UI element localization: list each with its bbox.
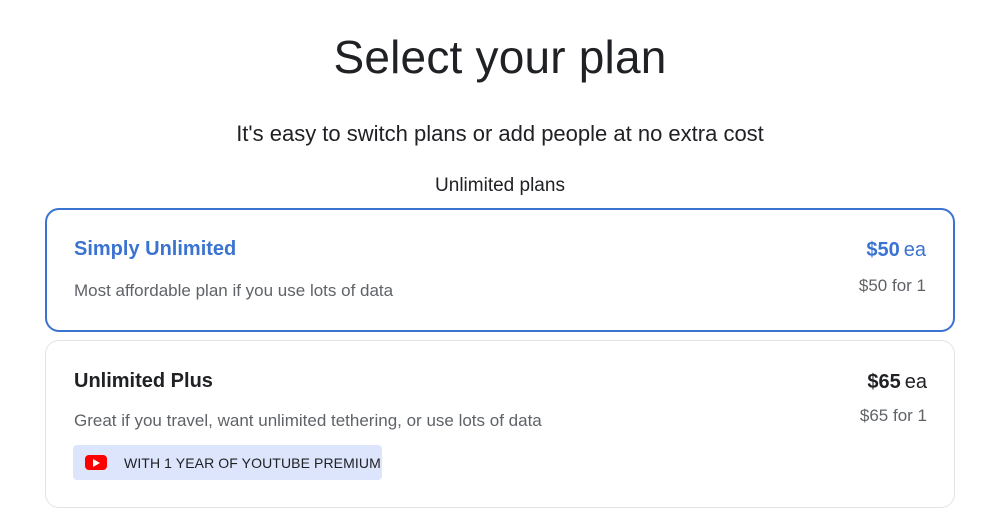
price-amount: $65 <box>867 371 901 393</box>
price-unit: ea <box>903 239 926 261</box>
section-label: Unlimited plans <box>435 175 565 196</box>
price-unit: ea <box>904 371 927 393</box>
badge-text: WITH 1 YEAR OF YOUTUBE PREMIUM <box>124 454 381 471</box>
page-subtitle: It's easy to switch plans or add people … <box>236 121 764 146</box>
plan-card-unlimited-plus[interactable]: Unlimited Plus Great if you travel, want… <box>45 340 955 508</box>
plan-price: $65 ea <box>867 371 927 394</box>
youtube-premium-badge: WITH 1 YEAR OF YOUTUBE PREMIUM <box>73 445 382 480</box>
plan-name: Unlimited Plus <box>74 370 213 392</box>
price-total: $50 for 1 <box>858 276 926 295</box>
plan-description: Most affordable plan if you use lots of … <box>74 281 394 300</box>
youtube-icon <box>85 455 107 470</box>
price-total: $65 for 1 <box>859 406 927 425</box>
plan-name: Simply Unlimited <box>74 238 237 260</box>
page-title: Select your plan <box>333 31 667 83</box>
plan-card-simply-unlimited[interactable]: Simply Unlimited Most affordable plan if… <box>45 208 955 332</box>
plan-description: Great if you travel, want unlimited teth… <box>74 411 542 430</box>
price-amount: $50 <box>866 239 900 261</box>
plan-selection-page: Select your plan It's easy to switch pla… <box>0 0 990 520</box>
plan-price: $50 ea <box>866 239 926 262</box>
